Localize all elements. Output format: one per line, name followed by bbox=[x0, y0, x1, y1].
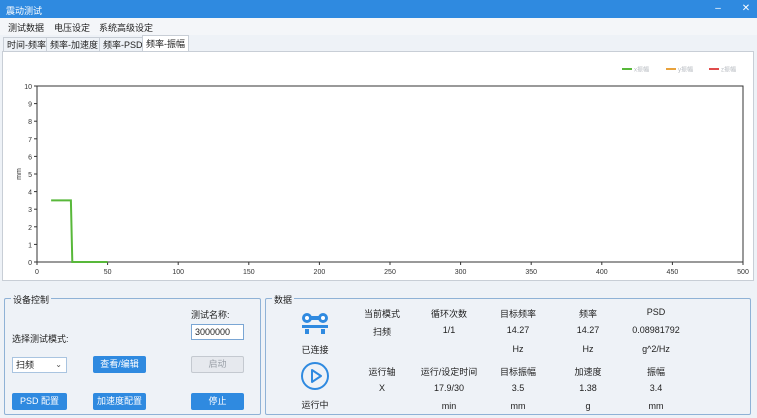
menu-test-data[interactable]: 测试数据 bbox=[8, 21, 44, 34]
run-set-time-unit: min bbox=[441, 401, 457, 411]
target-frequency-value: 14.27 bbox=[506, 325, 530, 335]
current-mode-value: 扫频 bbox=[372, 327, 391, 337]
psd-value: 0.08981792 bbox=[632, 325, 680, 335]
run-set-time-header: 运行/设定时间 bbox=[420, 367, 478, 377]
tab-frequency-psd[interactable]: 频率-PSD bbox=[99, 37, 147, 52]
title-bar: 震动测试 – ✕ bbox=[0, 0, 757, 18]
test-mode-value: 扫频 bbox=[16, 360, 35, 370]
data-title: 数据 bbox=[272, 293, 295, 306]
y-axis-label: mm bbox=[16, 168, 23, 180]
acceleration-config-button[interactable]: 加速度配置 bbox=[93, 393, 146, 410]
data-group: 数据 已连接 运行中 当前模式 循环次数 目标频率 频率 PSD 扫频 1/1 … bbox=[265, 293, 751, 415]
target-amplitude-unit: mm bbox=[510, 401, 526, 411]
device-control-group: 设备控制 测试名称: 3000000 选择测试模式: 扫频 ⌄ 查看/编辑 启动… bbox=[4, 293, 261, 415]
tab-time-frequency[interactable]: 时间-频率 bbox=[3, 37, 50, 52]
close-icon[interactable]: ✕ bbox=[739, 2, 753, 16]
test-mode-select[interactable]: 扫频 ⌄ bbox=[12, 357, 67, 373]
x-tick-label: 100 bbox=[172, 269, 184, 276]
view-edit-button[interactable]: 查看/编辑 bbox=[93, 356, 146, 373]
window-title: 震动测试 bbox=[6, 6, 43, 16]
target-amplitude-header: 目标振幅 bbox=[499, 367, 536, 377]
run-set-time-value: 17.9/30 bbox=[433, 383, 465, 393]
y-tick-label: 3 bbox=[28, 207, 32, 214]
amplitude-value: 3.4 bbox=[649, 383, 663, 393]
cycle-count-value: 1/1 bbox=[442, 325, 456, 335]
y-tick-label: 4 bbox=[28, 190, 32, 197]
series-line-0 bbox=[51, 199, 108, 263]
target-frequency-header: 目标频率 bbox=[499, 309, 536, 319]
test-mode-label: 选择测试模式: bbox=[12, 334, 69, 344]
current-mode-header: 当前模式 bbox=[363, 309, 400, 319]
target-amplitude-value: 3.5 bbox=[511, 383, 525, 393]
target-frequency-unit: Hz bbox=[512, 344, 524, 354]
x-tick-label: 300 bbox=[455, 269, 467, 276]
test-name-input[interactable]: 3000000 bbox=[191, 324, 244, 340]
menu-voltage-setting[interactable]: 电压设定 bbox=[54, 21, 90, 34]
device-control-title: 设备控制 bbox=[11, 293, 52, 306]
frequency-unit: Hz bbox=[582, 344, 594, 354]
minimize-icon[interactable]: – bbox=[711, 2, 725, 16]
legend-label-0: x振幅 bbox=[634, 66, 649, 74]
start-button[interactable]: 启动 bbox=[191, 356, 244, 373]
x-tick-label: 400 bbox=[596, 269, 608, 276]
x-tick-label: 50 bbox=[104, 269, 112, 276]
cycle-count-header: 循环次数 bbox=[430, 309, 467, 319]
y-tick-label: 2 bbox=[28, 225, 32, 232]
connection-icon bbox=[298, 311, 332, 337]
y-tick-label: 1 bbox=[28, 242, 32, 249]
chevron-down-icon: ⌄ bbox=[55, 360, 62, 369]
menu-bar: 测试数据 电压设定 系统高级设定 bbox=[0, 18, 757, 35]
frequency-value: 14.27 bbox=[576, 325, 600, 335]
x-tick-label: 0 bbox=[35, 269, 39, 276]
x-tick-label: 250 bbox=[384, 269, 396, 276]
acceleration-value: 1.38 bbox=[579, 383, 597, 393]
stop-button[interactable]: 停止 bbox=[191, 393, 244, 410]
y-tick-label: 10 bbox=[24, 84, 32, 91]
x-tick-label: 500 bbox=[737, 269, 749, 276]
psd-config-button[interactable]: PSD 配置 bbox=[12, 393, 67, 410]
acceleration-header: 加速度 bbox=[574, 367, 602, 377]
tab-frequency-acceleration[interactable]: 频率-加速度 bbox=[46, 37, 102, 52]
psd-header: PSD bbox=[646, 307, 666, 317]
y-tick-label: 9 bbox=[28, 102, 32, 109]
test-name-label: 测试名称: bbox=[191, 310, 230, 320]
tab-frequency-amplitude[interactable]: 频率-振幅 bbox=[142, 35, 189, 52]
legend-label-2: z振幅 bbox=[721, 66, 736, 74]
y-tick-label: 0 bbox=[28, 260, 32, 267]
frequency-header: 频率 bbox=[578, 309, 597, 319]
plot-frame bbox=[36, 85, 744, 263]
y-tick-label: 5 bbox=[28, 172, 32, 179]
menu-advanced-setting[interactable]: 系统高级设定 bbox=[99, 21, 153, 34]
acceleration-unit: g bbox=[585, 401, 591, 411]
x-tick-label: 350 bbox=[525, 269, 537, 276]
y-tick-label: 6 bbox=[28, 154, 32, 161]
x-tick-label: 200 bbox=[314, 269, 326, 276]
y-tick-label: 7 bbox=[28, 137, 32, 144]
running-axis-value: X bbox=[378, 383, 385, 393]
amplitude-header: 振幅 bbox=[646, 367, 665, 377]
y-tick-label: 8 bbox=[28, 119, 32, 126]
running-axis-header: 运行轴 bbox=[368, 367, 396, 377]
legend-label-1: y振幅 bbox=[678, 66, 693, 74]
play-circle-icon bbox=[300, 361, 330, 393]
amplitude-chart: 0123456789100 50 100 150 200 250 300 350 400 450 5… bbox=[16, 66, 749, 277]
amplitude-unit: mm bbox=[648, 401, 664, 411]
x-tick-label: 450 bbox=[667, 269, 679, 276]
running-status-label: 运行中 bbox=[301, 400, 329, 410]
chart-panel: 0 1 2 3 4 5 6 7 8 9 10 0 50 100 150 200 250 300 350 400 450 5… bbox=[2, 51, 754, 281]
x-tick-label: 150 bbox=[243, 269, 255, 276]
psd-unit: g^2/Hz bbox=[642, 344, 670, 354]
connection-status-label: 已连接 bbox=[301, 345, 329, 355]
